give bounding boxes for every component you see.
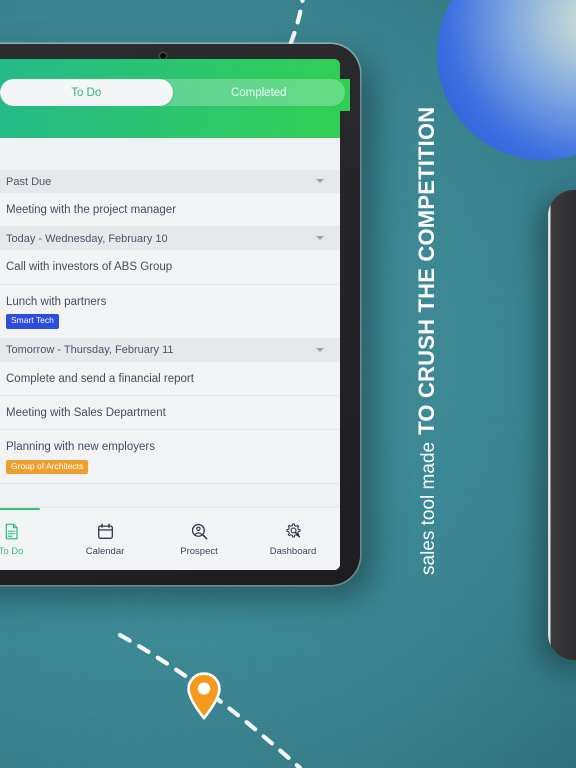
dashboard-gear-icon	[285, 523, 301, 538]
nav-label: Dashboard	[269, 546, 317, 557]
map-pin-icon	[187, 672, 221, 720]
nav-item-calendar[interactable]: Calendar	[58, 508, 152, 557]
tablet-device: To Do List Past Due Meeting with the p	[0, 44, 360, 585]
nav-item-prospect[interactable]: Prospect	[152, 508, 246, 557]
task-row[interactable]: Planning with new employers Group of Arc…	[0, 430, 340, 485]
task-row[interactable]: Meeting with the project manager	[0, 193, 340, 228]
calendar-icon	[97, 523, 113, 539]
tab-todo[interactable]: To Do	[0, 79, 173, 106]
active-indicator	[0, 508, 40, 510]
group-header-label: Past Due	[6, 175, 52, 188]
task-row[interactable]: Lunch with partners Smart Tech	[0, 284, 340, 339]
task-row[interactable]: Call with investors of ABS Group	[0, 250, 340, 285]
slogan-line-bold: TO CRUSH THE COMPETITION	[414, 106, 439, 435]
chevron-down-icon[interactable]	[316, 179, 324, 183]
document-icon	[5, 523, 18, 540]
task-title: Meeting with the project manager	[6, 204, 177, 216]
task-row[interactable]: Meeting with Sales Department	[0, 395, 340, 431]
nav-item-todo[interactable]: To Do	[0, 508, 58, 557]
nav-label: Calendar	[85, 546, 125, 557]
segmented-control: To Do Completed	[0, 79, 345, 106]
promo-slogan: sales tool made TO CRUSH THE COMPETITION	[372, 107, 442, 575]
segment-band: To Do Completed	[0, 79, 350, 111]
task-title: Call with investors of ABS Group	[6, 261, 173, 274]
task-tag: Group of Architects	[6, 459, 89, 475]
secondary-device-edge	[548, 190, 576, 660]
group-header-past-due[interactable]: Past Due	[0, 170, 340, 193]
group-header-today[interactable]: Today - Wednesday, February 10	[0, 227, 340, 251]
tab-completed[interactable]: Completed	[173, 79, 346, 106]
task-title: Planning with new employers	[6, 441, 155, 454]
slogan-line-light: sales tool made	[418, 441, 439, 575]
task-title: Complete and send a financial report	[6, 372, 194, 385]
group-header-label: Tomorrow - Thursday, February 11	[6, 344, 174, 357]
chevron-down-icon[interactable]	[316, 236, 324, 241]
nav-label: To Do	[0, 546, 24, 557]
task-title: Meeting with Sales Department	[6, 406, 166, 419]
task-tag: Smart Tech	[6, 314, 59, 329]
nav-label: Prospect	[180, 546, 218, 557]
bottom-navigation: Home To Do	[0, 508, 340, 570]
nav-item-dashboard[interactable]: Dashboard	[246, 508, 340, 557]
chevron-down-icon[interactable]	[316, 347, 324, 352]
prospect-search-icon	[191, 523, 207, 540]
group-header-tomorrow[interactable]: Tomorrow - Thursday, February 11	[0, 338, 340, 362]
tab-label: To Do	[71, 86, 102, 99]
task-title: Lunch with partners	[6, 295, 107, 308]
group-header-label: Today - Wednesday, February 10	[6, 232, 168, 245]
promo-screenshot: To Do List Past Due Meeting with the p	[0, 0, 576, 768]
task-row[interactable]: Complete and send a financial report	[0, 361, 340, 396]
tab-label: Completed	[230, 86, 287, 99]
tablet-screen: To Do List Past Due Meeting with the p	[0, 59, 340, 570]
